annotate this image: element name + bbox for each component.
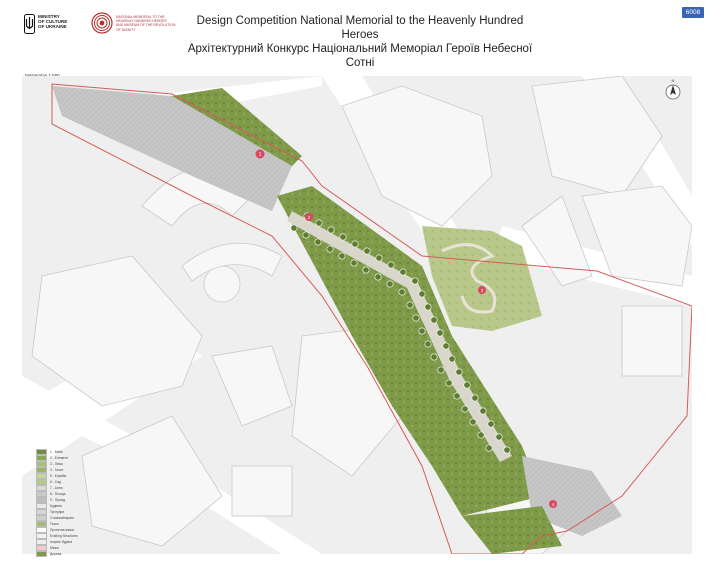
legend-label: Існуючі будівлі bbox=[50, 540, 73, 544]
legend-swatch bbox=[36, 551, 47, 557]
page-title: Design Competition National Memorial to … bbox=[180, 14, 540, 70]
legend-label: Газон bbox=[50, 522, 59, 526]
header: MINISTRY OF CULTURE OF UKRAINE NATIONAL … bbox=[0, 0, 710, 69]
masterplan-map: 1 2 3 4 N bbox=[22, 76, 692, 554]
entry-number-badge: 6008 bbox=[682, 7, 704, 18]
legend-label: Будівля bbox=[50, 504, 62, 508]
round-pavilion bbox=[203, 265, 241, 303]
legend-label: 9 - Прохід bbox=[50, 498, 66, 502]
legend-label: 5 - Клумба bbox=[50, 474, 67, 478]
legend-label: 1 - Мейк bbox=[50, 450, 63, 454]
area-marker-3: 3 bbox=[478, 286, 486, 294]
legend-label: Дерева bbox=[50, 552, 62, 556]
title-english: Design Competition National Memorial to … bbox=[196, 15, 524, 41]
map-legend: 1 - Мейк 2 - Елемент 3 - Ліпка 4 - Газон 5 -… bbox=[36, 449, 96, 557]
legend-label: Existing Structures bbox=[50, 534, 78, 538]
legend-label: Проектна межа bbox=[50, 528, 74, 532]
ministry-name: MINISTRY OF CULTURE OF UKRAINE bbox=[38, 14, 68, 30]
legend-label: 4 - Газон bbox=[50, 468, 64, 472]
museum-name: NATIONAL MEMORIAL TO THE HEAVENLY HUNDRE… bbox=[116, 15, 176, 32]
circle-logo-icon bbox=[91, 12, 113, 34]
building bbox=[621, 305, 683, 377]
museum-logo: NATIONAL MEMORIAL TO THE HEAVENLY HUNDRE… bbox=[91, 10, 181, 38]
legend-label: Тротуари bbox=[50, 510, 65, 514]
legend-label: 7 - Алея bbox=[50, 486, 63, 490]
area-marker-2: 2 bbox=[305, 213, 313, 221]
svg-text:1: 1 bbox=[259, 152, 262, 158]
legend-label: 3 - Ліпка bbox=[50, 462, 63, 466]
legend-label: 6 - Сад bbox=[50, 480, 61, 484]
area-marker-1: 1 bbox=[255, 149, 265, 159]
legend-label: Межа bbox=[50, 546, 59, 550]
legend-label: 2 - Елемент bbox=[50, 456, 69, 460]
svg-text:N: N bbox=[672, 78, 675, 83]
legend-label: 8 - Площа bbox=[50, 492, 66, 496]
trident-emblem-icon bbox=[24, 14, 35, 34]
legend-label: Стоянки/паркінг bbox=[50, 516, 75, 520]
legend-item: Дерева bbox=[36, 551, 96, 557]
building bbox=[231, 465, 293, 517]
ministry-logo: MINISTRY OF CULTURE OF UKRAINE bbox=[24, 12, 86, 38]
title-ukrainian: Архітектурний Конкурс Національний Мемор… bbox=[187, 43, 533, 69]
area-marker-4: 4 bbox=[549, 500, 557, 508]
